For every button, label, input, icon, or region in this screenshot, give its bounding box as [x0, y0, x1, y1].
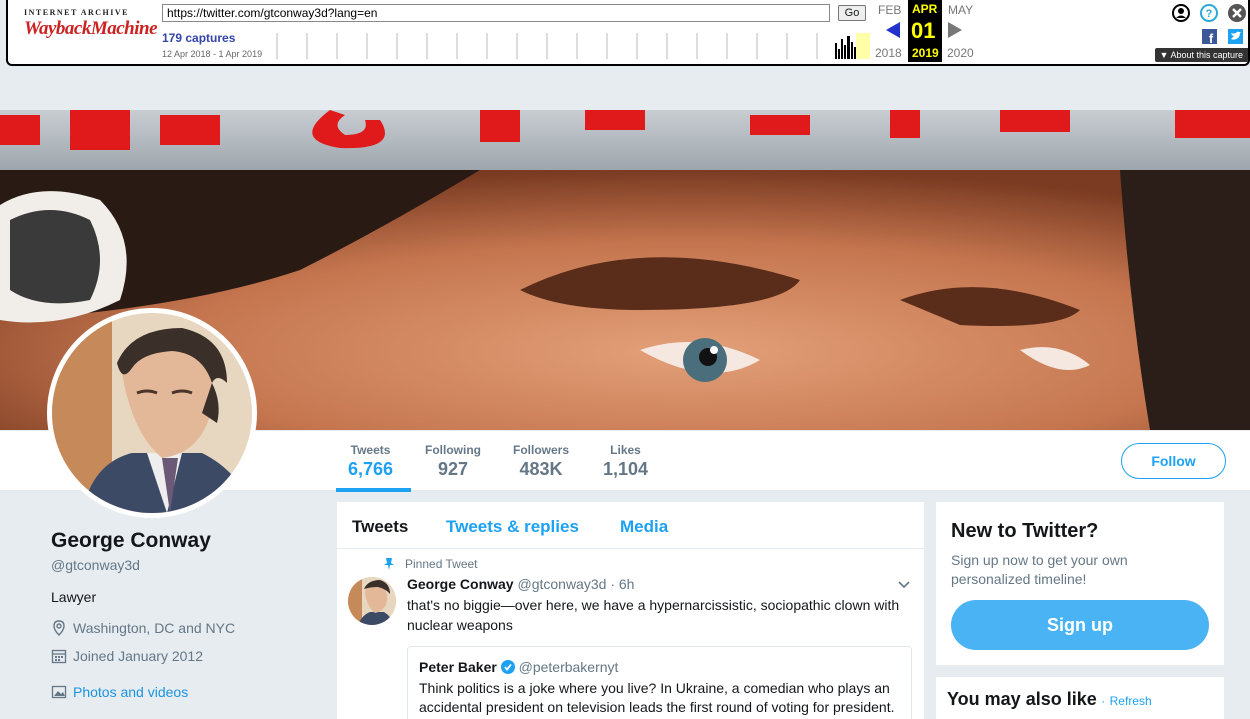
stat-label: Following: [425, 443, 481, 457]
refresh-link[interactable]: Refresh: [1110, 694, 1152, 708]
facebook-icon[interactable]: f: [1202, 29, 1217, 44]
stat-following[interactable]: Following 927: [425, 443, 481, 480]
wayback-url-input[interactable]: [162, 4, 830, 22]
wayback-logo-big: WaybackMachine: [24, 18, 158, 39]
wayback-go-button[interactable]: Go: [838, 5, 866, 21]
wayback-date-range: 12 Apr 2018 - 1 Apr 2019: [162, 49, 263, 59]
user-account-icon[interactable]: [1172, 4, 1190, 22]
wayback-prev-year[interactable]: 2018: [875, 46, 902, 60]
wayback-toolbar: INTERNET ARCHIVE WaybackMachine Go 179 c…: [6, 0, 1250, 66]
quoted-tweet[interactable]: Peter Baker @peterbakernyt Think politic…: [407, 646, 912, 719]
tweet-header: George Conway @gtconway3d · 6h: [407, 576, 634, 592]
location-pin-icon: [53, 620, 65, 636]
photo-icon: [51, 685, 67, 699]
pinned-tweet-text: Pinned Tweet: [405, 557, 478, 571]
quoted-author-name: Peter Baker: [419, 659, 497, 675]
help-icon[interactable]: ?: [1200, 4, 1218, 22]
stat-tweets[interactable]: Tweets 6,766: [348, 443, 393, 480]
new-to-twitter-text: Sign up now to get your own personalized…: [951, 552, 1128, 587]
svg-text:f: f: [1209, 31, 1214, 44]
wayback-next-month[interactable]: MAY: [948, 3, 973, 17]
quoted-author-handle: @peterbakernyt: [518, 659, 619, 675]
tab-tweets-replies[interactable]: Tweets & replies: [446, 517, 579, 537]
profile-joined: Joined January 2012: [51, 648, 203, 664]
profile-name: George Conway: [51, 529, 211, 552]
profile-handle: @gtconway3d: [51, 557, 140, 573]
wayback-cur-month: APR: [912, 2, 938, 16]
wayback-logo-small: INTERNET ARCHIVE: [24, 8, 129, 17]
svg-text:?: ?: [1206, 8, 1213, 20]
pinned-tweet-label: Pinned Tweet: [383, 557, 478, 571]
tweet-text: that's no biggie—over here, we have a hy…: [407, 597, 900, 633]
profile-bio: Lawyer: [51, 589, 97, 605]
signup-button[interactable]: Sign up: [951, 600, 1209, 650]
profile-location: Washington, DC and NYC: [51, 620, 235, 636]
you-may-also-like-card: You may also like · Refresh: [936, 677, 1224, 719]
stat-value: 1,104: [603, 459, 649, 479]
tweet-author-handle[interactable]: @gtconway3d: [517, 576, 606, 592]
wayback-captures-link[interactable]: 179 captures: [162, 31, 235, 45]
new-to-twitter-title: New to Twitter?: [951, 520, 1099, 542]
stat-value: 927: [437, 459, 469, 479]
quoted-tweet-header: Peter Baker @peterbakernyt: [419, 659, 900, 675]
pin-icon: [384, 558, 394, 570]
tab-tweets[interactable]: Tweets: [352, 517, 408, 537]
verified-badge-icon: [500, 660, 515, 674]
wayback-sparkline[interactable]: [270, 33, 870, 59]
profile-avatar[interactable]: [47, 308, 257, 518]
tweet-time[interactable]: · 6h: [610, 576, 634, 592]
stat-label: Followers: [513, 443, 570, 457]
next-capture-arrow-icon[interactable]: [948, 22, 962, 38]
stat-followers[interactable]: Followers 483K: [513, 443, 569, 480]
stat-label: Tweets: [350, 443, 391, 457]
twitter-icon[interactable]: [1228, 29, 1243, 44]
timeline: Tweets Tweets & replies Media Pinned Twe…: [337, 502, 924, 719]
tweet-author-name[interactable]: George Conway: [407, 576, 514, 592]
wayback-logo[interactable]: INTERNET ARCHIVE WaybackMachine: [24, 8, 158, 40]
wayback-next-year[interactable]: 2020: [947, 46, 974, 60]
tab-media[interactable]: Media: [620, 517, 668, 537]
stat-label: Likes: [610, 443, 641, 457]
wayback-cur-year: 2019: [912, 46, 939, 60]
tweet-avatar[interactable]: [348, 577, 396, 625]
stat-value: 6,766: [348, 459, 394, 479]
timeline-tabs: Tweets Tweets & replies Media: [337, 502, 924, 549]
quoted-tweet-text: Think politics is a joke where you live?…: [419, 680, 895, 715]
chevron-down-icon[interactable]: [897, 580, 911, 590]
new-to-twitter-card: New to Twitter? Sign up now to get your …: [936, 502, 1224, 665]
calendar-icon: [51, 649, 67, 664]
photos-videos-text: Photos and videos: [73, 684, 189, 700]
stat-likes[interactable]: Likes 1,104: [603, 443, 648, 480]
wayback-about-capture[interactable]: ▼ About this capture: [1154, 48, 1248, 62]
wayback-prev-month[interactable]: FEB: [878, 3, 901, 17]
stat-value: 483K: [519, 459, 563, 479]
photos-videos-link[interactable]: Photos and videos: [51, 684, 188, 700]
prev-capture-arrow-icon[interactable]: [886, 22, 900, 38]
close-icon[interactable]: [1228, 4, 1246, 22]
active-tab-underline: [336, 488, 411, 492]
profile-location-text: Washington, DC and NYC: [73, 620, 236, 636]
you-may-also-like-title: You may also like: [947, 689, 1097, 709]
profile-joined-text: Joined January 2012: [73, 648, 203, 664]
follow-button[interactable]: Follow: [1121, 443, 1226, 479]
refresh-dot: ·: [1101, 694, 1106, 708]
wayback-day: 01: [911, 18, 936, 43]
